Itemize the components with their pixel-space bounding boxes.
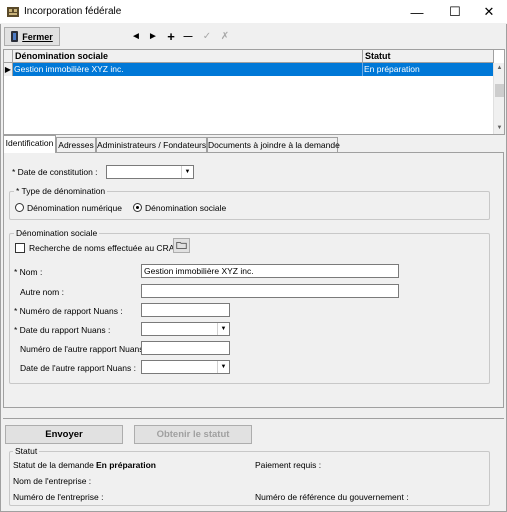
crac-checkbox[interactable] xyxy=(15,243,25,253)
radio-numeric-label[interactable]: Dénomination numérique xyxy=(27,203,122,213)
status-group-title: Statut xyxy=(13,446,40,456)
records-grid[interactable]: Dénomination sociale Statut ▶ Gestion im… xyxy=(3,49,505,135)
close-form-label: Fermer xyxy=(22,31,53,42)
payment-required-label: Paiement requis : xyxy=(255,460,322,470)
scroll-up-icon[interactable]: ▲ xyxy=(494,63,505,74)
current-row-marker-icon: ▶ xyxy=(4,63,13,76)
other-name-label: Autre nom : xyxy=(20,287,64,297)
tab-adresses[interactable]: Adresses xyxy=(56,137,96,152)
close-form-button[interactable]: Fermer xyxy=(4,27,60,46)
radio-social-label[interactable]: Dénomination sociale xyxy=(145,203,226,213)
previous-record-icon[interactable]: ◄ xyxy=(129,29,143,43)
chevron-down-icon[interactable]: ▼ xyxy=(217,323,229,335)
other-nuans-number-input[interactable] xyxy=(141,341,230,355)
send-button[interactable]: Envoyer xyxy=(5,425,123,444)
nuans-number-input[interactable] xyxy=(141,303,230,317)
chevron-down-icon[interactable]: ▼ xyxy=(181,166,193,178)
name-label: * Nom : xyxy=(14,267,43,277)
column-header-name[interactable]: Dénomination sociale xyxy=(13,50,363,63)
row-status-cell[interactable]: En préparation xyxy=(363,63,494,76)
other-nuans-number-label: Numéro de l'autre rapport Nuans : xyxy=(20,344,149,354)
other-nuans-date-combo[interactable]: ▼ xyxy=(141,360,230,374)
door-icon xyxy=(11,31,19,42)
nuans-date-combo[interactable]: ▼ xyxy=(141,322,230,336)
company-number-label: Numéro de l'entreprise : xyxy=(13,492,104,502)
request-status-value: En préparation xyxy=(96,460,156,470)
tab-identification[interactable]: Identification xyxy=(3,135,56,153)
app-icon xyxy=(7,7,19,17)
crac-browse-button[interactable] xyxy=(173,238,190,253)
cancel-edit-icon[interactable]: ✗ xyxy=(218,29,232,43)
gov-reference-label: Numéro de référence du gouvernement : xyxy=(255,492,409,502)
folder-icon xyxy=(176,242,187,249)
grid-vertical-scrollbar[interactable]: ▲ ▼ xyxy=(493,63,504,134)
constitution-date-label: * Date de constitution : xyxy=(12,167,98,177)
window-title: Incorporation fédérale xyxy=(24,6,122,17)
get-status-button[interactable]: Obtenir le statut xyxy=(134,425,252,444)
other-name-input[interactable] xyxy=(141,284,399,298)
close-window-button[interactable]: ✕ xyxy=(471,0,507,24)
accept-icon[interactable]: ✓ xyxy=(200,29,214,43)
radio-social-name[interactable] xyxy=(133,203,142,212)
name-input[interactable]: Gestion immobilière XYZ inc. xyxy=(141,264,399,278)
row-name-cell[interactable]: Gestion immobilière XYZ inc. xyxy=(13,63,363,76)
crac-checkbox-label[interactable]: Recherche de noms effectuée au CRAC xyxy=(29,243,181,253)
delete-record-icon[interactable]: — xyxy=(181,29,195,43)
nuans-number-label: * Numéro de rapport Nuans : xyxy=(14,306,123,316)
table-row[interactable]: ▶ Gestion immobilière XYZ inc. En prépar… xyxy=(4,63,494,76)
constitution-date-combo[interactable]: ▼ xyxy=(106,165,194,179)
social-name-group-title: Dénomination sociale xyxy=(14,228,100,238)
add-record-icon[interactable]: + xyxy=(164,29,178,44)
divider xyxy=(3,418,504,419)
title-bar: Incorporation fédérale — ☐ ✕ xyxy=(0,0,507,24)
grid-corner xyxy=(4,50,13,63)
company-name-label: Nom de l'entreprise : xyxy=(13,476,92,486)
minimize-button[interactable]: — xyxy=(399,0,435,24)
chevron-down-icon[interactable]: ▼ xyxy=(217,361,229,373)
maximize-button[interactable]: ☐ xyxy=(437,0,473,24)
request-status-label: Statut de la demande : xyxy=(13,460,99,470)
other-nuans-date-label: Date de l'autre rapport Nuans : xyxy=(20,363,136,373)
name-type-group-title: * Type de dénomination xyxy=(14,186,108,196)
scroll-thumb[interactable] xyxy=(495,84,504,97)
scroll-down-icon[interactable]: ▼ xyxy=(494,123,505,134)
next-record-icon[interactable]: ► xyxy=(146,29,160,43)
tab-administrateurs[interactable]: Administrateurs / Fondateurs xyxy=(96,137,207,152)
grid-header: Dénomination sociale Statut xyxy=(4,50,504,63)
tab-documents[interactable]: Documents à joindre à la demande xyxy=(207,137,340,152)
column-header-status[interactable]: Statut xyxy=(363,50,494,63)
nuans-date-label: * Date du rapport Nuans : xyxy=(14,325,111,335)
radio-numeric-name[interactable] xyxy=(15,203,24,212)
